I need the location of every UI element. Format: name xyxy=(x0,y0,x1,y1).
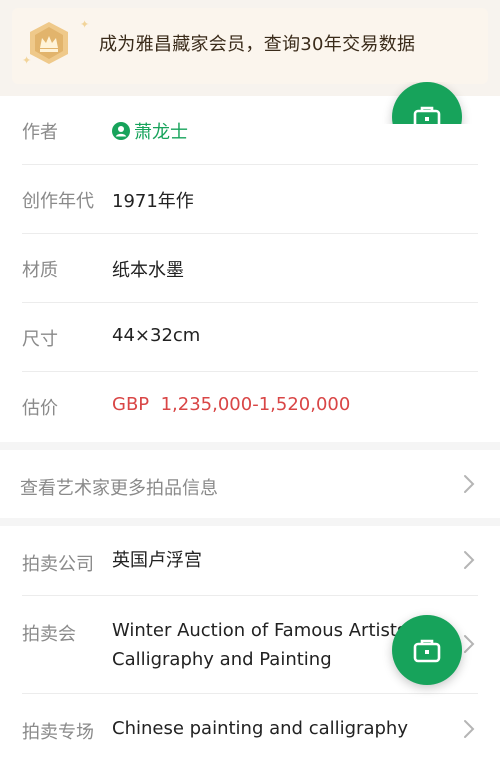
briefcase-icon xyxy=(413,639,441,663)
vip-crown-badge-icon xyxy=(30,22,68,64)
artist-label: 作者 xyxy=(22,122,58,143)
user-circle-icon xyxy=(112,122,130,140)
year-label: 创作年代 xyxy=(22,191,94,212)
size-row: 尺寸 44×32cm xyxy=(22,303,478,372)
estimate-label: 估价 xyxy=(22,398,58,419)
chevron-right-icon xyxy=(464,635,475,653)
chevron-right-icon xyxy=(464,720,475,738)
briefcase-fab-top[interactable] xyxy=(392,82,462,124)
artwork-details-card: 作者 萧龙士 创作年代 1971年作 材质 纸本水墨 尺寸 44×32cm 估价… xyxy=(0,96,500,442)
sparkle-icon: ✦ xyxy=(22,54,32,67)
auction-session-label: 拍卖会 xyxy=(22,624,76,645)
auction-company-value: 英国卢浮宫 xyxy=(112,550,202,571)
material-row: 材质 纸本水墨 xyxy=(22,234,478,303)
chevron-right-icon xyxy=(464,551,475,569)
fab-top-clip xyxy=(380,82,480,124)
more-artist-works-link[interactable]: 查看艺术家更多拍品信息 xyxy=(0,450,500,518)
size-value: 44×32cm xyxy=(112,325,201,346)
auction-company-row[interactable]: 拍卖公司 英国卢浮宫 xyxy=(22,526,478,596)
material-label: 材质 xyxy=(22,260,58,281)
estimate-row: 估价 GBP 1,235,000-1,520,000 xyxy=(22,372,478,441)
auction-special-label: 拍卖专场 xyxy=(22,722,94,743)
year-value: 1971年作 xyxy=(112,191,194,212)
chevron-right-icon xyxy=(464,475,475,493)
auction-company-label: 拍卖公司 xyxy=(22,554,94,575)
banner-text: 成为雅昌藏家会员，查询30年交易数据 xyxy=(99,34,416,55)
more-artist-works-label: 查看艺术家更多拍品信息 xyxy=(20,478,218,499)
auction-special-row[interactable]: 拍卖专场 Chinese painting and calligraphy xyxy=(22,694,478,764)
artist-name: 萧龙士 xyxy=(134,122,188,143)
auction-special-value: Chinese painting and calligraphy xyxy=(112,718,408,739)
artist-link[interactable]: 萧龙士 xyxy=(112,118,188,144)
year-row: 创作年代 1971年作 xyxy=(22,165,478,234)
size-label: 尺寸 xyxy=(22,329,58,350)
material-value: 纸本水墨 xyxy=(112,260,184,281)
estimate-value: GBP 1,235,000-1,520,000 xyxy=(112,394,351,415)
sparkle-icon: ✦ xyxy=(80,18,90,31)
auction-session-value: Winter Auction of Famous Artists Calligr… xyxy=(112,620,407,670)
briefcase-icon xyxy=(413,106,441,124)
briefcase-fab[interactable] xyxy=(392,615,462,685)
